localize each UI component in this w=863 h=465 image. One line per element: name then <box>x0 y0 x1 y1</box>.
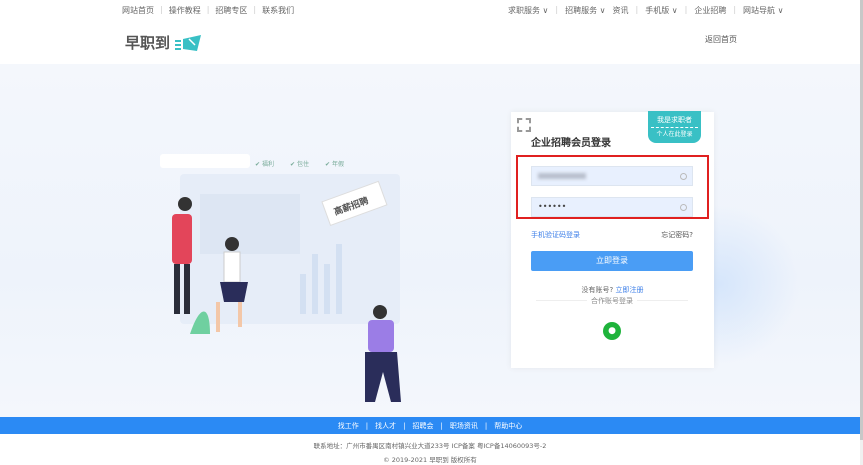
top-bar: 网站首页 | 操作教程 | 招聘专区 | 联系我们 求职服务 ∨ | 招聘服务 ∨ 资讯… <box>122 5 784 16</box>
footer-link-jobs[interactable]: 找工作 <box>338 421 359 431</box>
wechat-login-icon[interactable]: ● <box>603 322 621 340</box>
footer-link-news[interactable]: 职场资讯 <box>450 421 478 431</box>
tutorial-link[interactable]: 操作教程 <box>169 5 201 16</box>
home-link[interactable]: 网站首页 <box>122 5 154 16</box>
sms-login-link[interactable]: 手机验证码登录 <box>531 230 580 240</box>
jobseeker-login-tab[interactable]: 我是求职者 个人在此登录 <box>648 111 701 143</box>
svg-text:✔ 包住: ✔ 包住 <box>290 160 309 168</box>
footer-address: 联系地址：广州市番禺区南村镇兴业大道233号 ICP备案 粤ICP备140600… <box>313 442 547 450</box>
footer-link-talent[interactable]: 找人才 <box>375 421 396 431</box>
logo-text: 早职到 <box>125 34 171 52</box>
no-account-text: 没有账号? <box>581 286 614 294</box>
back-home-link[interactable]: 返回首页 <box>705 34 737 45</box>
forgot-password-link[interactable]: 忘记密码? <box>661 230 693 240</box>
username-input[interactable] <box>531 166 693 186</box>
company-link[interactable]: 企业招聘 <box>694 5 726 16</box>
logo-plane-icon <box>175 34 202 51</box>
other-login-label: 合作账号登录 <box>587 297 637 305</box>
employer-menu[interactable]: 招聘服务 ∨ <box>565 5 605 16</box>
mobile-menu[interactable]: 手机版 ∨ <box>645 5 677 16</box>
eye-icon[interactable] <box>680 204 687 211</box>
jobseeker-menu[interactable]: 求职服务 ∨ <box>508 5 548 16</box>
password-input[interactable]: •••••• <box>531 197 693 217</box>
footer-nav: 找工作 | 找人才 | 招聘会 | 职场资讯 | 帮助中心 <box>0 417 860 434</box>
login-button[interactable]: 立即登录 <box>531 251 693 271</box>
site-nav-menu[interactable]: 网站导航 ∨ <box>743 5 783 16</box>
footer-link-fair[interactable]: 招聘会 <box>413 421 434 431</box>
news-link[interactable]: 资讯 <box>613 5 629 16</box>
login-title: 企业招聘会员登录 <box>531 138 611 149</box>
footer-copyright: © 2019-2021 早职到 版权所有 <box>383 456 477 464</box>
recruit-link[interactable]: 招聘专区 <box>215 5 247 16</box>
login-card: 我是求职者 个人在此登录 企业招聘会员登录 •••••• 手机验证码登录 忘记密码… <box>511 111 714 368</box>
footer-link-help[interactable]: 帮助中心 <box>494 421 522 431</box>
register-link[interactable]: 立即注册 <box>615 286 643 294</box>
qr-code-icon[interactable] <box>517 118 531 132</box>
clear-icon[interactable] <box>680 173 687 180</box>
svg-text:✔ 年假: ✔ 年假 <box>325 160 344 168</box>
hero-section: ✔ 福利 ✔ 包住 ✔ 年假 高薪招聘 我是求职者 个人在此登录 企业招聘会员登录… <box>0 64 860 417</box>
svg-text:✔ 福利: ✔ 福利 <box>255 160 274 168</box>
logo[interactable]: 早职到 <box>125 32 203 53</box>
contact-link[interactable]: 联系我们 <box>262 5 294 16</box>
